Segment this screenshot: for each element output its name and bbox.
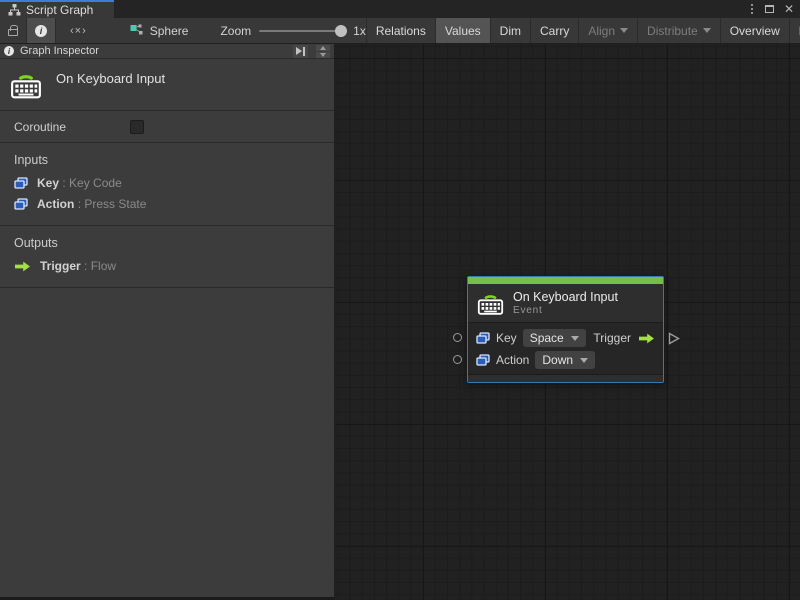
value-port-icon <box>14 198 28 210</box>
inspector-titlebar: i Graph Inspector <box>0 44 334 59</box>
key-value-dropdown[interactable]: Space <box>522 329 586 347</box>
zoom-control: Zoom 1x <box>220 24 365 38</box>
unit-title: On Keyboard Input <box>56 71 166 86</box>
inspector-title: Graph Inspector <box>20 45 99 57</box>
zoom-label: Zoom <box>220 23 252 38</box>
unit-header: On Keyboard Input <box>0 59 334 111</box>
scroll-down-button[interactable] <box>316 51 330 58</box>
overview-button[interactable]: Overview <box>721 18 790 43</box>
window-menu-icon[interactable] <box>749 2 755 16</box>
node-title: On Keyboard Input <box>513 290 618 304</box>
output-port-row: Trigger : Flow <box>0 256 334 277</box>
trigger-output: Trigger <box>593 331 655 345</box>
node-body: Key Space Trigger Action Down <box>453 323 680 374</box>
dim-button[interactable]: Dim <box>491 18 531 43</box>
flow-arrow-icon <box>639 333 654 343</box>
node-titles: On Keyboard Input Event <box>513 290 618 316</box>
action-input-port[interactable] <box>453 355 462 364</box>
zoom-slider-handle[interactable] <box>335 24 348 37</box>
coroutine-row: Coroutine <box>0 111 334 143</box>
trigger-flow-port[interactable] <box>668 332 680 345</box>
inputs-header: Inputs <box>14 153 49 167</box>
tab-bar: Script Graph ✕ <box>0 0 800 18</box>
node-footer <box>468 374 663 382</box>
values-button[interactable]: Values <box>435 18 491 43</box>
trigger-label: Trigger <box>593 331 631 345</box>
align-dropdown-button[interactable]: Align <box>579 18 639 43</box>
script-graph-window: Script Graph ✕ i ‹×› Sphere Zoom 1x Rela… <box>0 0 800 600</box>
panel-scrubber <box>316 44 330 58</box>
key-port-label: Key <box>496 331 517 345</box>
node-header: On Keyboard Input Event <box>468 284 663 323</box>
window-controls: ✕ <box>749 0 794 18</box>
node-row-action: Action Down <box>453 349 663 371</box>
graph-inspector-panel: i Graph Inspector On Keyboard Input Coro… <box>0 44 335 600</box>
node-subtitle: Event <box>513 305 543 316</box>
chevron-down-icon <box>580 357 589 363</box>
lock-button[interactable] <box>0 18 26 43</box>
edit-source-button[interactable]: ‹×› <box>56 25 101 37</box>
outputs-section: Outputs Trigger : Flow <box>0 226 334 288</box>
relations-button[interactable]: Relations <box>367 18 436 43</box>
zoom-slider[interactable] <box>259 24 348 37</box>
flow-arrow-icon <box>15 261 30 271</box>
inputs-section: Inputs Key : Key Code Action : Press Sta… <box>0 143 334 226</box>
carry-button[interactable]: Carry <box>531 18 580 43</box>
info-icon: i <box>4 46 14 56</box>
value-port-icon <box>476 354 490 366</box>
toolbar-left-group: i ‹×› Sphere Zoom 1x <box>0 18 366 43</box>
node-accent-bar <box>468 277 663 284</box>
toolbar-right-group: Relations Values Dim Carry Align Distrib… <box>365 18 800 43</box>
action-value-dropdown[interactable]: Down <box>535 351 596 369</box>
inspector-empty-area <box>0 288 334 568</box>
maximize-icon[interactable] <box>764 5 774 13</box>
node-row-key: Key Space Trigger <box>453 327 680 349</box>
lock-icon <box>8 25 18 36</box>
tab-label: Script Graph <box>26 3 94 17</box>
chevron-down-icon <box>570 335 579 341</box>
key-input-port[interactable] <box>453 333 462 342</box>
dock-panel-icon[interactable] <box>293 44 308 58</box>
distribute-dropdown-button[interactable]: Distribute <box>638 18 721 43</box>
scroll-up-button[interactable] <box>316 44 330 51</box>
input-port-row: Action : Press State <box>0 194 334 215</box>
input-port-row: Key : Key Code <box>0 173 334 194</box>
hierarchy-icon <box>8 4 21 16</box>
info-icon: i <box>35 24 47 37</box>
value-port-icon <box>476 332 490 344</box>
outputs-header: Outputs <box>14 236 58 250</box>
inspector-toggle-button[interactable]: i <box>26 18 56 43</box>
keyboard-icon <box>477 295 504 315</box>
action-port-label: Action <box>496 353 530 367</box>
chevron-down-icon <box>702 28 711 33</box>
full-screen-button[interactable]: Full Screen <box>790 18 800 43</box>
coroutine-label: Coroutine <box>14 119 67 134</box>
graph-target-group: Sphere <box>129 23 189 38</box>
chevron-down-icon <box>620 28 629 33</box>
coroutine-checkbox[interactable] <box>130 119 144 134</box>
graph-icon <box>130 24 143 34</box>
on-keyboard-input-node[interactable]: On Keyboard Input Event Key Space Trigge… <box>453 276 680 383</box>
zoom-value: 1x <box>353 23 366 38</box>
value-port-icon <box>14 177 28 189</box>
close-icon[interactable]: ✕ <box>784 3 794 15</box>
graph-toolbar: i ‹×› Sphere Zoom 1x Relations Values Di… <box>0 18 800 44</box>
graph-target-label: Sphere <box>149 23 189 38</box>
tab-script-graph[interactable]: Script Graph <box>0 0 114 18</box>
keyboard-icon <box>11 75 41 99</box>
